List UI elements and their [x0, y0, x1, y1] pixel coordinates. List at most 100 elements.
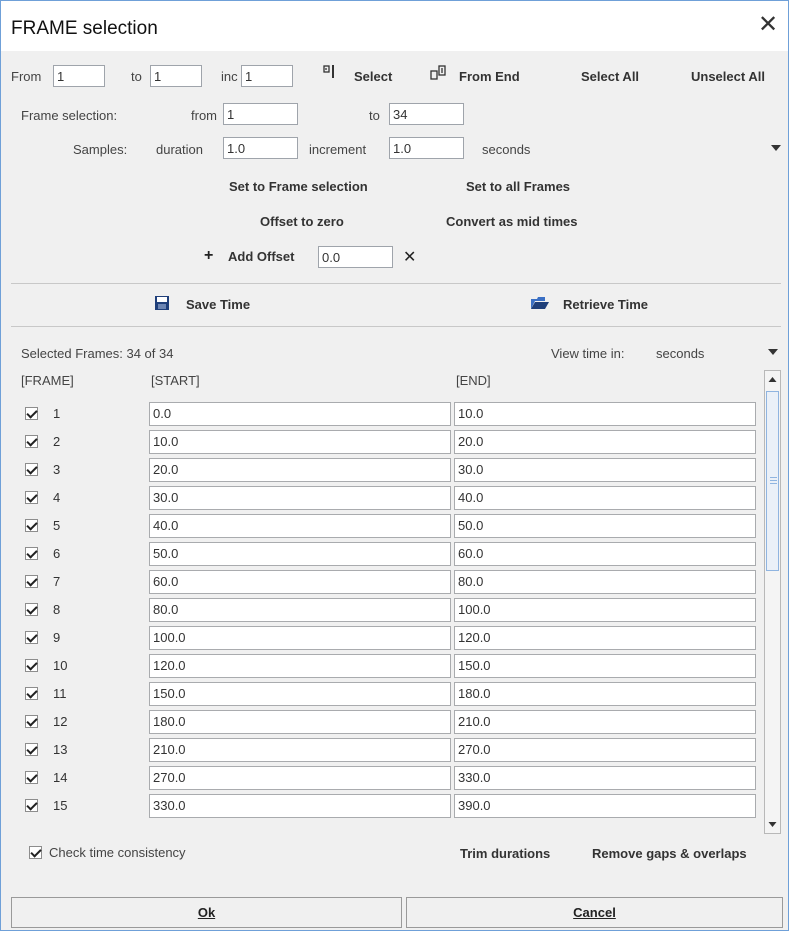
from-input[interactable] [53, 65, 105, 87]
table-row: 9 100.0 120.0 [21, 625, 764, 651]
separator-top [11, 283, 781, 284]
start-cell[interactable]: 150.0 [149, 682, 451, 706]
to-input[interactable] [150, 65, 202, 87]
end-cell[interactable]: 120.0 [454, 626, 756, 650]
check-time-consistency-checkbox[interactable] [29, 846, 42, 859]
duration-label: duration [156, 142, 203, 157]
table-scrollbar[interactable] [764, 370, 781, 834]
frame-checkbox[interactable] [25, 519, 38, 532]
frame-number: 8 [53, 602, 61, 617]
start-cell[interactable]: 30.0 [149, 486, 451, 510]
frame-selection-from-input[interactable] [223, 103, 298, 125]
frame-number: 1 [53, 406, 61, 421]
start-cell[interactable]: 180.0 [149, 710, 451, 734]
frame-number: 13 [53, 742, 68, 757]
ok-label: Ok [197, 905, 216, 920]
scroll-down-button[interactable] [765, 816, 780, 833]
frame-checkbox[interactable] [25, 463, 38, 476]
samples-unit-dropdown-icon[interactable] [771, 145, 781, 151]
ok-button[interactable]: Ok [11, 897, 402, 928]
table-row: 11 150.0 180.0 [21, 681, 764, 707]
selected-frames-summary: Selected Frames: 34 of 34 [21, 346, 174, 361]
scroll-thumb[interactable] [766, 391, 779, 571]
frame-selection-from-label: from [191, 108, 217, 123]
start-cell[interactable]: 120.0 [149, 654, 451, 678]
start-cell[interactable]: 100.0 [149, 626, 451, 650]
view-time-dropdown-icon[interactable] [768, 349, 778, 355]
frame-checkbox[interactable] [25, 743, 38, 756]
start-cell[interactable]: 80.0 [149, 598, 451, 622]
to-label: to [131, 69, 142, 84]
table-row: 2 10.0 20.0 [21, 429, 764, 455]
end-cell[interactable]: 30.0 [454, 458, 756, 482]
end-cell[interactable]: 270.0 [454, 738, 756, 762]
end-cell[interactable]: 100.0 [454, 598, 756, 622]
end-cell[interactable]: 10.0 [454, 402, 756, 426]
frame-checkbox[interactable] [25, 715, 38, 728]
trim-durations-button[interactable]: Trim durations [460, 846, 550, 861]
frame-number: 15 [53, 798, 68, 813]
start-cell[interactable]: 20.0 [149, 458, 451, 482]
frame-checkbox[interactable] [25, 799, 38, 812]
frame-checkbox[interactable] [25, 659, 38, 672]
frame-checkbox[interactable] [25, 771, 38, 784]
frame-checkbox[interactable] [25, 407, 38, 420]
add-offset-label: Add Offset [228, 249, 295, 264]
frame-checkbox[interactable] [25, 575, 38, 588]
start-cell[interactable]: 60.0 [149, 570, 451, 594]
start-cell[interactable]: 0.0 [149, 402, 451, 426]
end-cell[interactable]: 210.0 [454, 710, 756, 734]
start-cell[interactable]: 270.0 [149, 766, 451, 790]
frame-number: 11 [53, 686, 67, 701]
select-frames-icon [323, 65, 334, 78]
frame-checkbox[interactable] [25, 547, 38, 560]
increment-input[interactable] [389, 137, 464, 159]
start-cell[interactable]: 210.0 [149, 738, 451, 762]
duration-input[interactable] [223, 137, 298, 159]
set-to-frame-selection-button[interactable]: Set to Frame selection [229, 179, 368, 194]
set-to-all-frames-button[interactable]: Set to all Frames [466, 179, 570, 194]
start-cell[interactable]: 50.0 [149, 542, 451, 566]
start-cell[interactable]: 40.0 [149, 514, 451, 538]
frame-checkbox[interactable] [25, 631, 38, 644]
scroll-down-icon [768, 822, 777, 827]
convert-as-mid-times-button[interactable]: Convert as mid times [446, 214, 578, 229]
frame-number: 10 [53, 658, 68, 673]
table-row: 3 20.0 30.0 [21, 457, 764, 483]
add-offset-input[interactable] [318, 246, 393, 268]
end-cell[interactable]: 60.0 [454, 542, 756, 566]
clear-offset-icon[interactable]: ✕ [403, 247, 416, 267]
end-cell[interactable]: 50.0 [454, 514, 756, 538]
cancel-button[interactable]: Cancel [406, 897, 783, 928]
offset-to-zero-button[interactable]: Offset to zero [260, 214, 344, 229]
plus-icon: + [204, 247, 214, 264]
frame-checkbox[interactable] [25, 491, 38, 504]
end-cell[interactable]: 20.0 [454, 430, 756, 454]
from-end-icon [430, 65, 446, 80]
close-icon[interactable]: ✕ [758, 13, 778, 37]
inc-input[interactable] [241, 65, 293, 87]
select-all-button[interactable]: Select All [581, 69, 639, 84]
view-time-unit[interactable]: seconds [656, 346, 704, 361]
end-cell[interactable]: 390.0 [454, 794, 756, 818]
start-cell[interactable]: 10.0 [149, 430, 451, 454]
end-cell[interactable]: 180.0 [454, 682, 756, 706]
end-cell[interactable]: 330.0 [454, 766, 756, 790]
thumb-grip [770, 483, 777, 484]
scroll-up-button[interactable] [765, 371, 780, 388]
check-time-consistency[interactable]: Check time consistency [25, 844, 225, 862]
table-row: 12 180.0 210.0 [21, 709, 764, 735]
thumb-grip [770, 480, 777, 481]
frame-checkbox[interactable] [25, 435, 38, 448]
end-cell[interactable]: 40.0 [454, 486, 756, 510]
end-cell[interactable]: 150.0 [454, 654, 756, 678]
frame-number: 3 [53, 462, 61, 477]
end-cell[interactable]: 80.0 [454, 570, 756, 594]
start-cell[interactable]: 330.0 [149, 794, 451, 818]
remove-gaps-overlaps-button[interactable]: Remove gaps & overlaps [592, 846, 747, 861]
samples-unit: seconds [482, 142, 531, 157]
frame-checkbox[interactable] [25, 603, 38, 616]
frame-selection-to-input[interactable] [389, 103, 464, 125]
unselect-all-button[interactable]: Unselect All [691, 69, 765, 84]
frame-checkbox[interactable] [25, 687, 38, 700]
